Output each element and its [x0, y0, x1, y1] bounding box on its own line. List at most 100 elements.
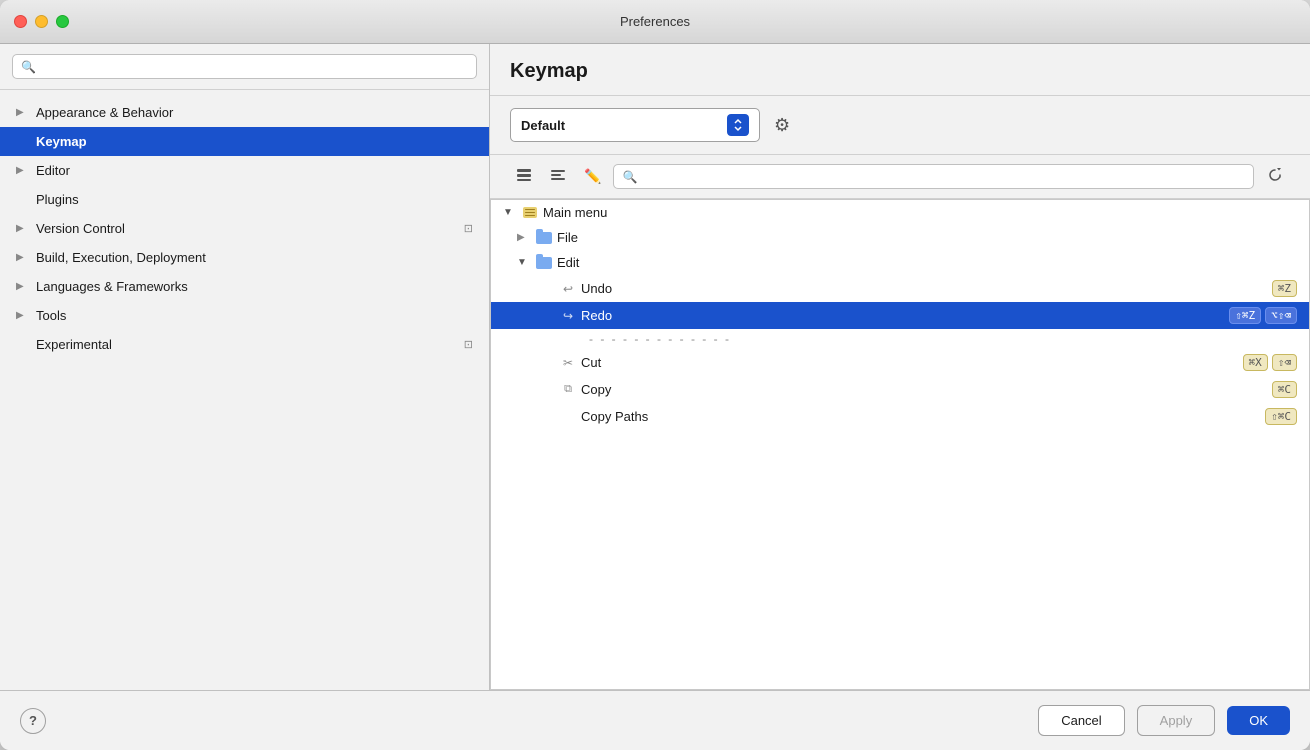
- tree-item-label: Copy Paths: [581, 409, 1261, 424]
- title-bar: Preferences: [0, 0, 1310, 44]
- sidebar-search-icon: 🔍: [21, 60, 36, 74]
- undo-icon: ↩: [559, 282, 577, 296]
- main-content: 🔍 ▶ Appearance & Behavior Keymap ▶ Edito…: [0, 44, 1310, 690]
- collapse-arrow-icon: ▼: [517, 257, 531, 268]
- tree-item-undo[interactable]: ↩ Undo ⌘Z: [491, 275, 1309, 302]
- tree-item-copy-paths[interactable]: Copy Paths ⇧⌘C: [491, 403, 1309, 430]
- sidebar-item-version-control[interactable]: ▶ Version Control ⊡: [0, 214, 489, 243]
- sidebar-item-languages[interactable]: ▶ Languages & Frameworks: [0, 272, 489, 301]
- sidebar-item-tools[interactable]: ▶ Tools: [0, 301, 489, 330]
- apply-button[interactable]: Apply: [1137, 705, 1216, 736]
- traffic-lights: [14, 15, 69, 28]
- sidebar-badge-icon: ⊡: [464, 222, 473, 235]
- sidebar-item-label: Editor: [36, 163, 473, 178]
- sidebar-item-editor[interactable]: ▶ Editor: [0, 156, 489, 185]
- sidebar-item-label: Plugins: [36, 192, 473, 207]
- tree-item-file[interactable]: ▶ File: [491, 225, 1309, 250]
- sidebar-search-wrapper[interactable]: 🔍: [12, 54, 477, 79]
- sidebar-item-label: Keymap: [36, 134, 473, 149]
- tree-item-label: Undo: [581, 281, 1268, 296]
- tree-item-redo[interactable]: ↪ Redo ⇧⌘Z ⌥⇧⌫: [491, 302, 1309, 329]
- expand-arrow-icon: ▶: [517, 232, 531, 243]
- expand-arrow-icon: ▶: [16, 310, 28, 321]
- expand-arrow-icon: ▶: [16, 281, 28, 292]
- key-badge: ⇧⌘Z: [1229, 307, 1261, 324]
- sidebar-item-keymap[interactable]: Keymap: [0, 127, 489, 156]
- edit-shortcut-button[interactable]: ✏️: [578, 164, 607, 189]
- window-title: Preferences: [620, 14, 690, 29]
- menu-icon: [521, 206, 539, 220]
- tree-item-main-menu[interactable]: ▼ Main menu: [491, 200, 1309, 225]
- key-badge: ⇧⌫: [1272, 354, 1297, 371]
- sidebar-item-label: Version Control: [36, 221, 456, 236]
- key-badge: ⌥⇧⌫: [1265, 307, 1297, 324]
- right-panel: Keymap Default ⚙: [490, 44, 1310, 690]
- no-icon: [559, 410, 577, 424]
- redo-icon: ↪: [559, 309, 577, 323]
- tree-shortcuts: ⌘Z: [1272, 280, 1297, 297]
- ok-button[interactable]: OK: [1227, 706, 1290, 735]
- folder-icon: [535, 256, 553, 270]
- tree-shortcuts: ⇧⌘Z ⌥⇧⌫: [1229, 307, 1297, 324]
- tree-item-label: Main menu: [543, 205, 1293, 220]
- preferences-window: Preferences 🔍 ▶ Appearance & Behavior Ke…: [0, 0, 1310, 750]
- cancel-button[interactable]: Cancel: [1038, 705, 1124, 736]
- tree-item-label: File: [557, 230, 1293, 245]
- sidebar-item-appearance[interactable]: ▶ Appearance & Behavior: [0, 98, 489, 127]
- sidebar-search-input[interactable]: [41, 59, 468, 74]
- restore-defaults-button[interactable]: [1260, 163, 1290, 190]
- sidebar-search-bar: 🔍: [0, 44, 489, 90]
- minimize-button[interactable]: [35, 15, 48, 28]
- toolbar-search-input[interactable]: [642, 169, 1245, 184]
- toolbar-search-wrapper[interactable]: 🔍: [613, 164, 1254, 189]
- sidebar: 🔍 ▶ Appearance & Behavior Keymap ▶ Edito…: [0, 44, 490, 690]
- key-badge: ⌘Z: [1272, 280, 1297, 297]
- tree-shortcuts: ⇧⌘C: [1265, 408, 1297, 425]
- cut-icon: ✂: [559, 356, 577, 370]
- expand-all-button[interactable]: [510, 164, 538, 189]
- gear-button[interactable]: ⚙: [770, 111, 794, 140]
- sidebar-item-label: Build, Execution, Deployment: [36, 250, 473, 265]
- tree-item-copy[interactable]: ⧉ Copy ⌘C: [491, 376, 1309, 403]
- help-button[interactable]: ?: [20, 708, 46, 734]
- sidebar-item-label: Appearance & Behavior: [36, 105, 473, 120]
- close-button[interactable]: [14, 15, 27, 28]
- keymap-tree: ▼ Main menu ▶: [490, 199, 1310, 690]
- tree-item-label: Copy: [581, 382, 1268, 397]
- dropdown-arrow-icon: [727, 114, 749, 136]
- sidebar-item-build[interactable]: ▶ Build, Execution, Deployment: [0, 243, 489, 272]
- panel-header: Keymap: [490, 44, 1310, 96]
- folder-icon: [535, 231, 553, 245]
- key-badge: ⌘C: [1272, 381, 1297, 398]
- tree-shortcuts: ⌘X ⇧⌫: [1243, 354, 1298, 371]
- tree-shortcuts: ⌘C: [1272, 381, 1297, 398]
- key-badge: ⇧⌘C: [1265, 408, 1297, 425]
- keymap-dropdown[interactable]: Default: [510, 108, 760, 142]
- sidebar-nav-list: ▶ Appearance & Behavior Keymap ▶ Editor …: [0, 90, 489, 690]
- expand-arrow-icon: ▶: [16, 252, 28, 263]
- expand-arrow-icon: ▶: [16, 107, 28, 118]
- toolbar-search-icon: 🔍: [622, 170, 637, 184]
- keymap-dropdown-label: Default: [521, 118, 719, 133]
- expand-arrow-icon: ▶: [16, 165, 28, 176]
- keymap-controls: Default ⚙: [490, 96, 1310, 155]
- maximize-button[interactable]: [56, 15, 69, 28]
- sidebar-item-plugins[interactable]: Plugins: [0, 185, 489, 214]
- separator-row: - - - - - - - - - - - - -: [491, 329, 1309, 349]
- collapse-arrow-icon: ▼: [503, 207, 517, 218]
- collapse-all-button[interactable]: [544, 164, 572, 189]
- tree-item-label: Redo: [581, 308, 1225, 323]
- keymap-toolbar: ✏️ 🔍: [490, 155, 1310, 199]
- tree-item-edit[interactable]: ▼ Edit: [491, 250, 1309, 275]
- sidebar-badge-icon: ⊡: [464, 338, 473, 351]
- sidebar-item-experimental[interactable]: Experimental ⊡: [0, 330, 489, 359]
- tree-item-label: Edit: [557, 255, 1293, 270]
- copy-icon: ⧉: [559, 383, 577, 397]
- sidebar-item-label: Experimental: [36, 337, 456, 352]
- key-badge: ⌘X: [1243, 354, 1268, 371]
- tree-item-cut[interactable]: ✂ Cut ⌘X ⇧⌫: [491, 349, 1309, 376]
- tree-item-label: Cut: [581, 355, 1239, 370]
- sidebar-item-label: Tools: [36, 308, 473, 323]
- expand-arrow-icon: ▶: [16, 223, 28, 234]
- footer: ? Cancel Apply OK: [0, 690, 1310, 750]
